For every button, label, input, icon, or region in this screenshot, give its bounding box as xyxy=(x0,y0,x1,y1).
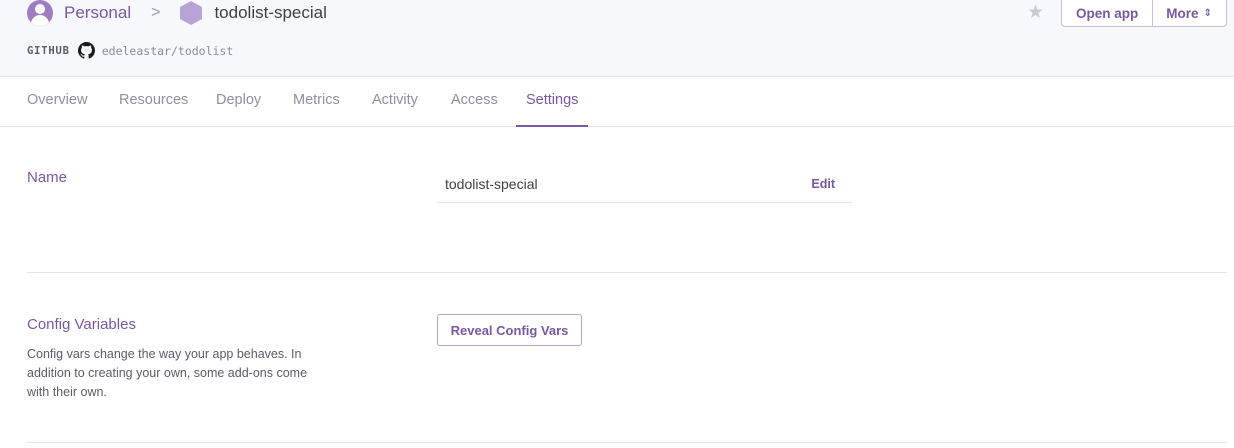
tab-deploy[interactable]: Deploy xyxy=(216,77,261,127)
more-dropdown-button[interactable]: More ⇕ xyxy=(1153,0,1226,26)
edit-name-button[interactable]: Edit xyxy=(811,177,835,191)
app-header: Personal > todolist-special GITHUB edele… xyxy=(0,0,1234,77)
reveal-config-vars-button[interactable]: Reveal Config Vars xyxy=(437,314,582,346)
tab-settings[interactable]: Settings xyxy=(516,77,589,127)
section-divider xyxy=(27,272,1227,273)
config-vars-description: Config vars change the way your app beha… xyxy=(27,347,308,399)
chevron-up-down-icon: ⇕ xyxy=(1203,7,1212,19)
open-app-label: Open app xyxy=(1076,5,1139,21)
star-icon[interactable]: ★ xyxy=(1027,3,1044,22)
app-name-field: todolist-special Edit xyxy=(437,169,852,203)
breadcrumb-separator: > xyxy=(151,4,161,21)
section-divider xyxy=(27,442,1227,443)
more-label: More xyxy=(1166,5,1199,21)
open-app-button[interactable]: Open app xyxy=(1062,0,1154,26)
repo-link[interactable]: GITHUB edeleastar/todolist xyxy=(27,42,233,59)
repo-provider-label: GITHUB xyxy=(27,44,70,57)
repo-name: edeleastar/todolist xyxy=(101,43,234,58)
app-name-title: todolist-special xyxy=(214,3,327,22)
tab-metrics[interactable]: Metrics xyxy=(293,77,340,127)
config-vars-section-title: Config Variables xyxy=(27,316,136,333)
header-actions: Open app More ⇕ xyxy=(1061,0,1227,27)
user-avatar-icon[interactable] xyxy=(27,0,53,26)
tab-access[interactable]: Access xyxy=(451,77,498,127)
tab-resources[interactable]: Resources xyxy=(119,77,188,127)
hexagon-app-icon xyxy=(180,1,203,25)
breadcrumb: Personal > todolist-special xyxy=(27,0,327,26)
breadcrumb-personal-link[interactable]: Personal xyxy=(64,3,131,23)
app-tabs: Overview Resources Deploy Metrics Activi… xyxy=(0,77,1234,127)
tab-overview[interactable]: Overview xyxy=(27,77,87,127)
tab-activity[interactable]: Activity xyxy=(372,77,418,127)
github-icon xyxy=(77,42,95,59)
name-section-title: Name xyxy=(27,169,68,186)
app-name-value: todolist-special xyxy=(445,176,538,192)
